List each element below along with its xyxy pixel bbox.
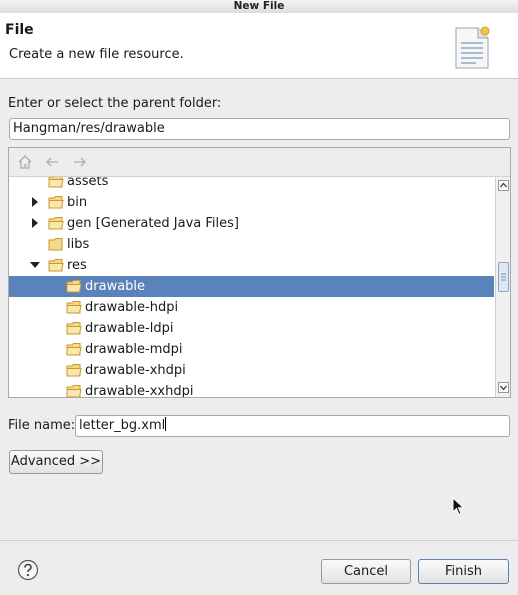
tree-item-libs[interactable]: libs (9, 234, 494, 255)
tree-item-label: libs (67, 237, 90, 252)
expand-arrow-icon[interactable] (29, 217, 41, 229)
footer-separator (0, 540, 518, 541)
folder-icon (48, 177, 64, 188)
grip-icon (501, 273, 506, 281)
wizard-header: File Create a new file resource. (0, 13, 518, 79)
tree-item-label: bin (67, 195, 88, 210)
tree-item-label: assets (67, 177, 109, 189)
tree-item-drawable[interactable]: drawable (9, 276, 494, 297)
tree-toolbar (9, 148, 510, 177)
parent-folder-label: Enter or select the parent folder: (8, 96, 222, 111)
folder-icon (48, 196, 64, 209)
finish-button[interactable]: Finish (418, 559, 509, 584)
file-name-value: letter_bg.xml (79, 418, 166, 433)
back-arrow-icon[interactable] (44, 154, 60, 170)
parent-folder-input[interactable]: Hangman/res/drawable (9, 118, 510, 140)
home-icon[interactable] (17, 154, 33, 170)
open-folder-icon (66, 343, 82, 356)
scroll-down-icon[interactable] (498, 382, 509, 393)
tree-item-drawable-mdpi[interactable]: drawable-mdpi (9, 339, 494, 360)
tree-scrollbar[interactable] (495, 177, 510, 397)
open-folder-icon (48, 259, 64, 272)
open-folder-icon (66, 301, 82, 314)
folder-icon (48, 238, 63, 251)
tree-item-res[interactable]: res (9, 255, 494, 276)
open-folder-icon (66, 364, 82, 377)
help-icon[interactable] (17, 559, 39, 581)
open-folder-icon (66, 280, 82, 293)
scroll-up-icon[interactable] (498, 180, 509, 191)
tree-item-bin[interactable]: bin (9, 192, 494, 213)
tree-item-label: res (67, 258, 87, 273)
file-name-label: File name: (8, 418, 76, 433)
tree-item-drawable-xhdpi[interactable]: drawable-xhdpi (9, 360, 494, 381)
tree-item-label: drawable-xxhdpi (85, 384, 194, 397)
folder-icon (48, 217, 64, 230)
tree-item-label: drawable-ldpi (85, 321, 174, 336)
forward-arrow-icon[interactable] (72, 154, 88, 170)
mouse-pointer-icon (452, 497, 465, 516)
tree-item-drawable-ldpi[interactable]: drawable-ldpi (9, 318, 494, 339)
advanced-button[interactable]: Advanced >> (9, 450, 103, 474)
tree-list[interactable]: assets bin gen [Generated Java Files] li… (9, 177, 494, 397)
new-file-wizard-icon (455, 26, 490, 69)
tree-item-gen[interactable]: gen [Generated Java Files] (9, 213, 494, 234)
tree-item-drawable-hdpi[interactable]: drawable-hdpi (9, 297, 494, 318)
tree-item-label: drawable-hdpi (85, 300, 179, 315)
cancel-button[interactable]: Cancel (321, 559, 411, 584)
parent-folder-value: Hangman/res/drawable (13, 121, 165, 136)
file-name-input[interactable]: letter_bg.xml (75, 415, 510, 437)
tree-item-label: drawable-xhdpi (85, 363, 186, 378)
tree-item-label: gen [Generated Java Files] (67, 216, 239, 231)
page-title: File (5, 22, 34, 38)
page-description: Create a new file resource. (9, 47, 184, 62)
expand-arrow-icon[interactable] (29, 196, 41, 208)
open-folder-icon (66, 385, 82, 397)
open-folder-icon (66, 322, 82, 335)
collapse-arrow-icon[interactable] (29, 259, 41, 271)
tree-item-label: drawable-mdpi (85, 342, 183, 357)
window-title: New File (0, 0, 518, 13)
tree-item-label: drawable (85, 279, 146, 294)
text-caret (165, 417, 167, 431)
tree-item-assets[interactable]: assets (9, 177, 494, 192)
tree-item-drawable-xxhdpi[interactable]: drawable-xxhdpi (9, 381, 494, 397)
scrollbar-thumb[interactable] (498, 262, 509, 292)
folder-tree: assets bin gen [Generated Java Files] li… (8, 147, 511, 398)
